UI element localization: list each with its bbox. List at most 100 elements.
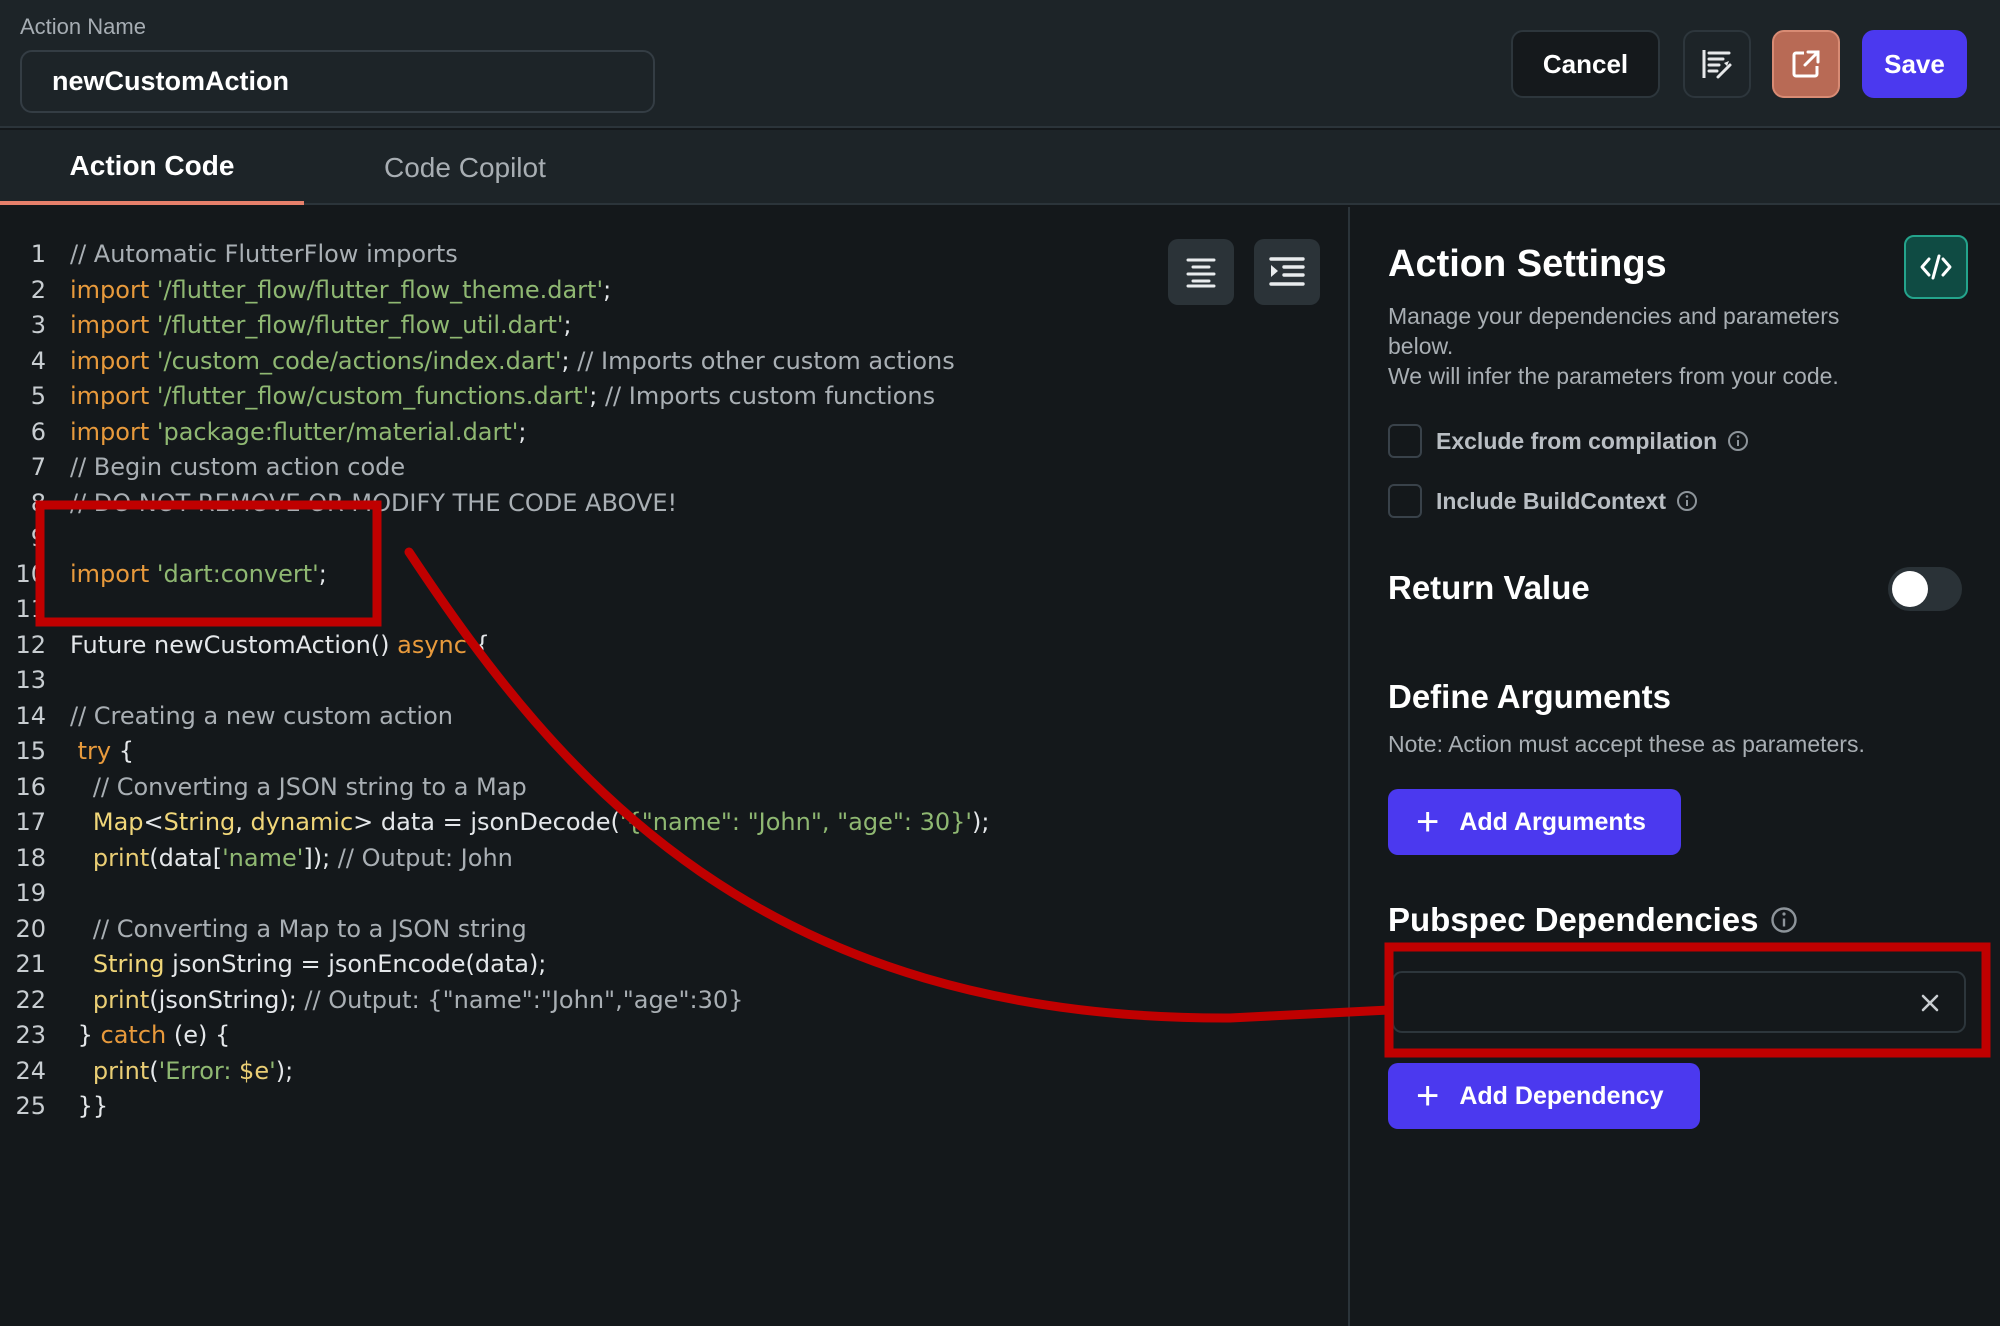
exclude-compilation-row[interactable]: Exclude from compilation — [1388, 424, 1749, 458]
return-value-toggle[interactable] — [1888, 567, 1962, 611]
code-token: '/flutter_flow/flutter_flow_theme.dart' — [156, 275, 604, 304]
include-buildcontext-row[interactable]: Include BuildContext — [1388, 484, 1698, 518]
save-button[interactable]: Save — [1862, 30, 1967, 98]
code-line[interactable]: 9 — [0, 521, 46, 557]
code-text: try { — [70, 734, 134, 770]
code-token: '/flutter_flow/flutter_flow_util.dart' — [156, 311, 564, 339]
code-token: catch — [100, 1021, 167, 1049]
code-line[interactable]: 12 Future newCustomAction() async { — [0, 628, 489, 664]
format-code-button[interactable] — [1683, 30, 1751, 98]
cancel-button[interactable]: Cancel — [1511, 30, 1660, 98]
line-number: 18 — [15, 843, 46, 872]
code-token: ; — [603, 275, 612, 304]
line-number: 6 — [30, 417, 46, 446]
code-text: }} — [70, 1089, 109, 1125]
code-line[interactable]: 13 — [0, 663, 46, 699]
code-text: import '/custom_code/actions/index.dart'… — [70, 344, 955, 380]
code-text: // DO NOT REMOVE OR MODIFY THE CODE ABOV… — [70, 486, 677, 522]
code-line[interactable]: 20 // Converting a Map to a JSON string — [0, 912, 526, 948]
dependency-input[interactable] — [1392, 971, 1966, 1033]
code-token: // Automatic FlutterFlow imports — [70, 240, 458, 268]
code-line[interactable]: 8 // DO NOT REMOVE OR MODIFY THE CODE ABO… — [0, 486, 677, 522]
code-line[interactable]: 18 print(data['name']); // Output: John — [0, 841, 512, 877]
line-number: 11 — [15, 595, 46, 623]
line-number: 2 — [30, 275, 46, 304]
code-line[interactable]: 22 print(jsonString); // Output: {"name"… — [0, 983, 743, 1019]
exclude-compilation-checkbox[interactable] — [1388, 424, 1422, 458]
code-token: 'dart:convert' — [156, 559, 319, 588]
code-token: dynamic — [250, 808, 354, 836]
code-line[interactable]: 10 import 'dart:convert'; — [0, 557, 326, 593]
settings-description: Manage your dependencies and parameters … — [1388, 301, 1908, 391]
code-editor[interactable]: 1 // Automatic FlutterFlow imports 2 import… — [0, 207, 1348, 1326]
code-line[interactable]: 1 // Automatic FlutterFlow imports — [0, 237, 458, 273]
line-number: 5 — [30, 382, 46, 410]
code-text: // Automatic FlutterFlow imports — [70, 237, 458, 273]
code-line[interactable]: 19 — [0, 876, 46, 912]
close-icon[interactable] — [1918, 991, 1942, 1015]
code-token: ; — [589, 382, 605, 410]
code-line[interactable]: 15 try { — [0, 734, 134, 770]
code-line[interactable]: 14 // Creating a new custom action — [0, 699, 453, 735]
code-line[interactable]: 4 import '/custom_code/actions/index.dart… — [0, 344, 955, 380]
action-name-input[interactable]: newCustomAction — [20, 50, 655, 113]
code-token: , — [235, 808, 251, 836]
code-token: ' — [269, 1056, 276, 1085]
line-number: 4 — [30, 346, 46, 375]
code-token: print — [92, 985, 150, 1014]
code-line[interactable]: 16 // Converting a JSON string to a Map — [0, 770, 526, 806]
code-token: // Imports other custom actions — [577, 346, 955, 375]
indent-button[interactable] — [1254, 239, 1320, 305]
open-external-button[interactable] — [1772, 30, 1840, 98]
code-text: print('Error: $e'); — [70, 1054, 293, 1090]
code-line[interactable]: 6 import 'package:flutter/material.dart'; — [0, 415, 527, 451]
code-token: 'package:flutter/material.dart' — [156, 417, 519, 446]
view-code-button[interactable] — [1904, 235, 1968, 299]
info-icon[interactable] — [1727, 430, 1749, 452]
code-token: < — [143, 808, 164, 836]
code-line[interactable]: 21 String jsonString = jsonEncode(data); — [0, 947, 546, 983]
code-line[interactable]: 2 import '/flutter_flow/flutter_flow_them… — [0, 273, 611, 309]
code-line[interactable]: 23 } catch (e) { — [0, 1018, 230, 1054]
line-number: 22 — [15, 985, 46, 1014]
code-text: import '/flutter_flow/custom_functions.d… — [70, 379, 935, 415]
code-text: import 'package:flutter/material.dart'; — [70, 415, 526, 451]
align-center-button[interactable] — [1168, 239, 1234, 305]
info-icon[interactable] — [1676, 490, 1698, 512]
code-line[interactable]: 25 }} — [0, 1089, 108, 1125]
line-number: 19 — [15, 879, 46, 907]
code-line[interactable]: 5 import '/flutter_flow/custom_functions.… — [0, 379, 935, 415]
code-token: (e) { — [166, 1021, 231, 1049]
open-external-icon — [1792, 50, 1820, 78]
code-text: print(jsonString); // Output: {"name":"J… — [70, 983, 743, 1019]
add-dependency-button[interactable]: + Add Dependency — [1388, 1063, 1700, 1129]
code-icon — [1920, 254, 1952, 280]
code-text: String jsonString = jsonEncode(data); — [70, 947, 547, 983]
code-line[interactable]: 17 Map<String, dynamic> data = jsonDecod… — [0, 805, 989, 841]
include-buildcontext-label: Include BuildContext — [1436, 487, 1666, 514]
code-text: Map<String, dynamic> data = jsonDecode('… — [70, 805, 990, 841]
code-line[interactable]: 11 — [0, 592, 46, 628]
line-number: 23 — [15, 1021, 46, 1049]
code-token: // Converting a JSON string to a Map — [70, 772, 527, 801]
code-token: print — [92, 1056, 150, 1085]
code-line[interactable]: 24 print('Error: $e'); — [0, 1054, 293, 1090]
line-number: 25 — [15, 1092, 46, 1120]
add-arguments-button[interactable]: + Add Arguments — [1388, 789, 1681, 855]
info-icon[interactable] — [1770, 906, 1798, 934]
pubspec-dependencies-header: Pubspec Dependencies — [1388, 901, 1798, 939]
code-line[interactable]: 3 import '/flutter_flow/flutter_flow_util… — [0, 308, 572, 344]
tab-code-copilot[interactable]: Code Copilot — [384, 130, 546, 205]
tab-action-code[interactable]: Action Code — [0, 130, 304, 205]
line-number: 9 — [30, 524, 46, 552]
code-token: ; — [561, 346, 578, 375]
code-text: // Converting a Map to a JSON string — [70, 912, 527, 948]
code-token: // Output: John — [337, 843, 513, 872]
include-buildcontext-checkbox[interactable] — [1388, 484, 1422, 518]
code-line[interactable]: 7 // Begin custom action code — [0, 450, 405, 486]
code-token: String — [92, 950, 165, 978]
code-lines[interactable]: 1 // Automatic FlutterFlow imports 2 import… — [0, 237, 989, 1125]
